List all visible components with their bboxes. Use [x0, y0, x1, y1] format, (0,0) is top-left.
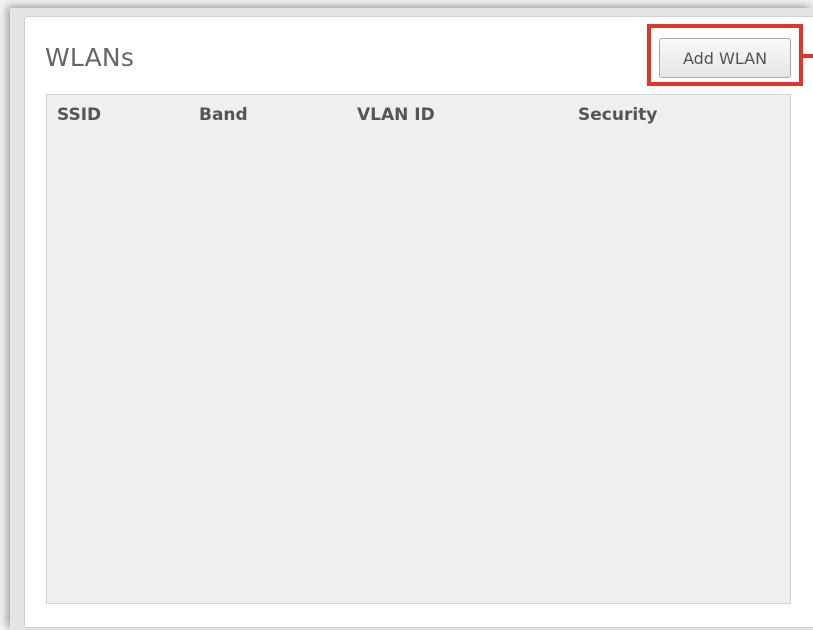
column-header-ssid[interactable]: SSID [57, 105, 101, 125]
wlan-table: SSID Band VLAN ID Security [46, 94, 791, 604]
wlans-panel: WLANs Add WLAN SSID Band VLAN ID Securit… [24, 16, 813, 628]
add-wlan-button[interactable]: Add WLAN [659, 38, 791, 78]
column-header-vlan-id[interactable]: VLAN ID [357, 105, 435, 125]
screenshot-stage: WLANs Add WLAN SSID Band VLAN ID Securit… [0, 0, 813, 630]
panel-title: WLANs [45, 43, 135, 72]
column-header-security[interactable]: Security [578, 105, 657, 125]
column-header-band[interactable]: Band [199, 105, 248, 125]
